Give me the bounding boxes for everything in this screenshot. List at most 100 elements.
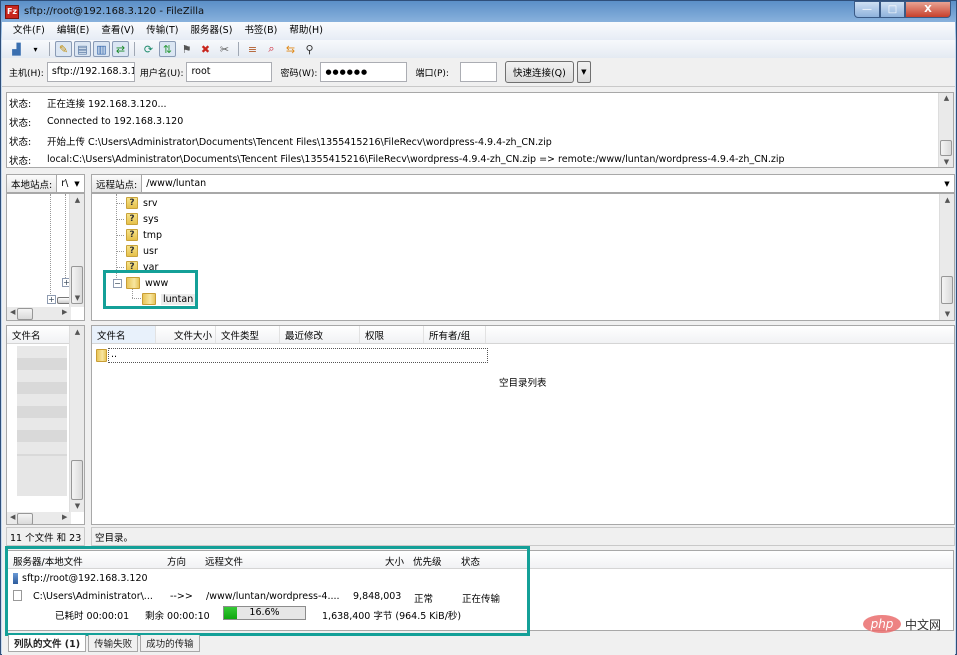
menu-file[interactable]: 文件(F) xyxy=(7,22,51,40)
close-button[interactable]: X xyxy=(905,1,951,18)
scroll-right-arrow-icon[interactable]: ▶ xyxy=(62,513,67,521)
toolbar: ▟ ▾ ✎ ▤ ▥ ⇄ ⟳ ⇅ ⚑ ✖ ✂ ≡ ⌕ ⇆ ⚲ xyxy=(2,40,955,58)
local-file-list: 文件名 ▲ ▼ ◀ ▶ xyxy=(6,325,85,525)
cancel-icon[interactable]: ⚑ xyxy=(178,41,195,57)
process-queue-icon[interactable]: ⇅ xyxy=(159,41,176,57)
scroll-right-arrow-icon[interactable]: ▶ xyxy=(62,308,67,316)
tree-item-usr[interactable]: ? usr xyxy=(116,243,158,259)
menu-edit[interactable]: 编辑(E) xyxy=(51,22,95,40)
refresh-icon[interactable]: ⟳ xyxy=(140,41,157,57)
toggle-queue-icon[interactable]: ⇄ xyxy=(112,41,129,57)
remote-site-input[interactable]: /www/luntan xyxy=(142,175,940,192)
scrollbar-thumb[interactable] xyxy=(71,460,83,500)
remote-site-dropdown-icon[interactable]: ▼ xyxy=(940,175,954,192)
disconnect-icon[interactable]: ✂ xyxy=(216,41,233,57)
unknown-folder-icon: ? xyxy=(126,245,138,257)
folder-icon xyxy=(96,349,107,362)
log-row: 状态: Connected to 192.168.3.120 xyxy=(7,112,953,131)
unknown-folder-icon: ? xyxy=(126,197,138,209)
local-site-input[interactable]: r\ xyxy=(57,175,70,192)
empty-directory-message: 空目录列表 xyxy=(499,378,547,389)
password-input[interactable]: ●●●●●● xyxy=(320,62,408,82)
scroll-up-arrow-icon[interactable]: ▲ xyxy=(940,196,954,204)
site-manager-icon[interactable]: ▟ xyxy=(8,41,25,57)
local-list-hscrollbar[interactable]: ◀ ▶ xyxy=(7,512,71,524)
scroll-down-arrow-icon[interactable]: ▼ xyxy=(70,294,84,302)
column-filename[interactable]: 文件名 xyxy=(7,326,71,343)
toolbar-separator xyxy=(134,42,135,56)
tab-failed-transfers[interactable]: 传输失败 xyxy=(88,635,139,652)
local-tree-scrollbar[interactable]: ▲ ▼ xyxy=(69,194,84,307)
remote-tree-scrollbar[interactable]: ▲ ▼ xyxy=(939,194,954,320)
stop-icon[interactable]: ✖ xyxy=(197,41,214,57)
tree-item-srv[interactable]: ? srv xyxy=(116,195,157,211)
local-column-header: 文件名 xyxy=(7,326,71,344)
tree-item-label: sys xyxy=(143,213,159,225)
filezilla-app-icon: Fz xyxy=(5,4,19,19)
toggle-log-icon[interactable]: ✎ xyxy=(55,41,72,57)
column-filename[interactable]: 文件名 xyxy=(92,326,156,343)
port-label: 端口(P): xyxy=(415,68,449,79)
log-tag: 状态: xyxy=(9,155,32,167)
tab-queued-files[interactable]: 列队的文件 (1) xyxy=(8,635,87,652)
scroll-down-arrow-icon[interactable]: ▼ xyxy=(940,310,954,318)
scrollbar-thumb[interactable] xyxy=(940,140,952,156)
compare-icon[interactable]: ⌕ xyxy=(263,41,280,57)
filter-icon[interactable]: ≡ xyxy=(244,41,261,57)
expand-icon[interactable]: + xyxy=(47,295,56,304)
quickconnect-button[interactable]: 快速连接(Q) xyxy=(504,61,574,83)
minimize-button[interactable]: — xyxy=(854,1,880,18)
scrollbar-thumb[interactable] xyxy=(17,513,33,524)
local-tree-hscrollbar[interactable]: ◀ ▶ xyxy=(7,307,71,320)
file-name: .. xyxy=(108,348,488,363)
column-filesize[interactable]: 文件大小 xyxy=(156,326,216,343)
column-filetype[interactable]: 文件类型 xyxy=(216,326,280,343)
tab-successful-transfers[interactable]: 成功的传输 xyxy=(140,635,200,652)
scroll-up-arrow-icon[interactable]: ▲ xyxy=(70,328,84,336)
dropdown-arrow-icon[interactable]: ▾ xyxy=(27,41,44,57)
scroll-up-arrow-icon[interactable]: ▲ xyxy=(939,94,954,102)
remote-site-bar: 远程站点: /www/luntan ▼ xyxy=(91,174,955,193)
toggle-local-tree-icon[interactable]: ▤ xyxy=(74,41,91,57)
menu-help[interactable]: 帮助(H) xyxy=(283,22,329,40)
local-site-dropdown-icon[interactable]: ▼ xyxy=(70,175,84,192)
column-owner-group[interactable]: 所有者/组 xyxy=(424,326,486,343)
log-scrollbar[interactable]: ▲ ▼ xyxy=(938,93,953,167)
scroll-down-arrow-icon[interactable]: ▼ xyxy=(70,502,84,510)
unknown-folder-icon: ? xyxy=(126,229,138,241)
toggle-remote-tree-icon[interactable]: ▥ xyxy=(93,41,110,57)
sync-browse-icon[interactable]: ⇆ xyxy=(282,41,299,57)
maximize-button[interactable]: □ xyxy=(880,1,905,18)
host-input[interactable]: sftp://192.168.3.1: xyxy=(46,62,135,82)
log-text: 正在连接 192.168.3.120... xyxy=(47,98,167,110)
local-list-scrollbar[interactable]: ▲ ▼ xyxy=(69,326,84,512)
annotation-highlight-box xyxy=(103,270,198,309)
remote-status-bar: 空目录。 xyxy=(91,527,955,546)
annotation-highlight-box xyxy=(5,546,530,636)
username-input[interactable]: root xyxy=(186,62,273,82)
column-permissions[interactable]: 权限 xyxy=(360,326,424,343)
scroll-left-arrow-icon[interactable]: ◀ xyxy=(10,513,15,521)
log-tag: 状态: xyxy=(9,117,32,129)
menu-view[interactable]: 查看(V) xyxy=(95,22,140,40)
quickconnect-history-dropdown[interactable]: ▼ xyxy=(576,61,591,83)
scroll-left-arrow-icon[interactable]: ◀ xyxy=(10,308,15,316)
scrollbar-thumb[interactable] xyxy=(941,276,953,304)
tree-item-label: tmp xyxy=(143,229,163,241)
column-modified[interactable]: 最近修改 xyxy=(280,326,360,343)
tree-item-tmp[interactable]: ? tmp xyxy=(116,227,162,243)
port-input[interactable] xyxy=(459,62,497,82)
scroll-up-arrow-icon[interactable]: ▲ xyxy=(70,196,84,204)
search-icon[interactable]: ⚲ xyxy=(301,41,318,57)
log-row: 状态: 开始上传 C:\Users\Administrator\Documents… xyxy=(7,131,953,150)
menu-bookmarks[interactable]: 书签(B) xyxy=(238,22,283,40)
tree-item-sys[interactable]: ? sys xyxy=(116,211,159,227)
menu-server[interactable]: 服务器(S) xyxy=(184,22,238,40)
menu-transfer[interactable]: 传输(T) xyxy=(140,22,184,40)
host-label: 主机(H): xyxy=(9,68,44,79)
file-row-parent[interactable]: .. xyxy=(96,348,488,363)
scrollbar-thumb[interactable] xyxy=(17,308,33,320)
log-text: 开始上传 C:\Users\Administrator\Documents\Te… xyxy=(47,136,552,148)
scroll-down-arrow-icon[interactable]: ▼ xyxy=(939,158,954,166)
local-status-bar: 11 个文件 和 23 · xyxy=(6,527,85,546)
